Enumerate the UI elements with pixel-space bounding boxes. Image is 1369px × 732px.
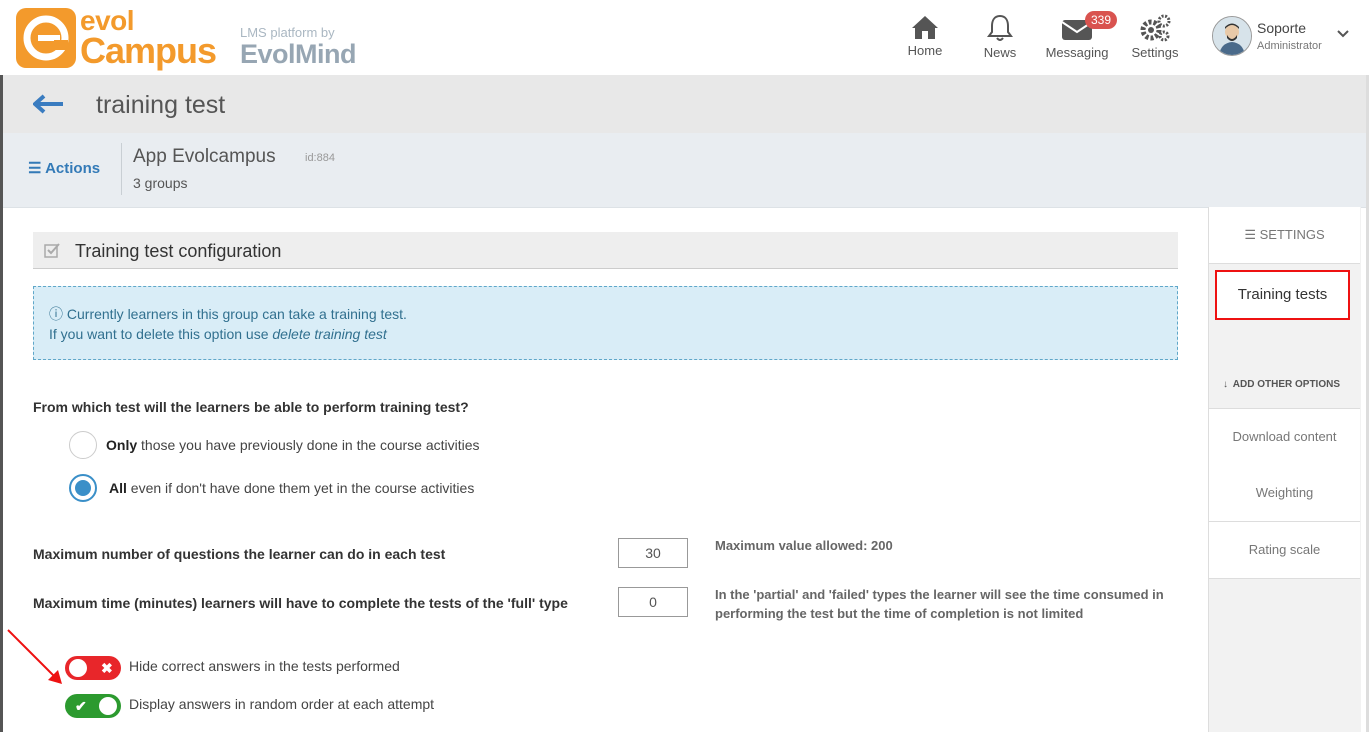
option-only-bold: Only (106, 437, 138, 453)
hide-correct-answers-label: Hide correct answers in the tests perfor… (129, 658, 400, 674)
messaging-badge: 339 (1085, 11, 1118, 29)
hide-correct-answers-toggle[interactable]: ✖ (65, 656, 121, 680)
random-order-toggle[interactable]: ✔ (65, 694, 121, 718)
random-order-label: Display answers in random order at each … (129, 696, 435, 712)
sidebar-settings-label: SETTINGS (1259, 227, 1325, 242)
info-text-1: Currently learners in this group can tak… (66, 306, 407, 322)
delete-training-test-link[interactable]: delete training test (272, 326, 386, 342)
nav-news-label: News (983, 45, 1017, 60)
max-time-hint-line-1: In the 'partial' and 'failed' types the … (715, 587, 1164, 602)
home-icon (912, 16, 938, 39)
sidebar-add-other-label: ADD OTHER OPTIONS (1232, 379, 1341, 390)
nav-messaging[interactable]: 339 Messaging (1045, 11, 1118, 60)
sidebar-download-content[interactable]: Download content (1209, 408, 1360, 466)
max-questions-label: Maximum number of questions the learner … (33, 546, 446, 562)
checkbox-checked-icon (44, 243, 60, 258)
option-all-label: All even if don't have done them yet in … (109, 480, 474, 496)
nav-settings[interactable]: Settings (1130, 14, 1180, 60)
max-questions-input[interactable] (618, 538, 688, 568)
info-text-2: If you want to delete this option use (49, 326, 273, 342)
nav-home-label: Home (907, 43, 943, 58)
evolcampus-logo[interactable]: evol Campus LMS platform by EvolMind (16, 6, 376, 70)
gears-icon (1140, 14, 1171, 42)
page-title: training test (96, 91, 226, 119)
panel-title: Training test configuration (75, 241, 282, 261)
close-icon: ✖ (101, 660, 113, 676)
app-name: App Evolcampus (133, 146, 276, 167)
logo-text-evolmind: EvolMind (240, 39, 357, 69)
option-all-bold: All (109, 480, 127, 496)
user-role: Administrator (1257, 40, 1322, 52)
sidebar-rating-scale[interactable]: Rating scale (1209, 522, 1360, 579)
info-line-2: If you want to delete this option use de… (49, 326, 387, 342)
right-sidebar: ☰ SETTINGS Training tests ↓ ADD OTHER OP… (1208, 207, 1361, 732)
max-time-input[interactable] (618, 587, 688, 617)
arrow-down-icon: ↓ (1223, 379, 1228, 390)
back-arrow-icon[interactable] (33, 93, 65, 115)
max-time-hint-line-2: performing the test but the time of comp… (715, 606, 1084, 621)
sliders-icon: ☰ (1244, 227, 1256, 242)
option-only-text: those you have previously done in the co… (137, 437, 480, 453)
nav-home[interactable]: Home (902, 14, 948, 58)
sidebar-settings[interactable]: ☰ SETTINGS (1209, 207, 1360, 264)
annotation-arrow-icon (7, 629, 62, 684)
user-menu[interactable]: Soporte Administrator (1212, 16, 1357, 60)
panel-header: Training test configuration (33, 232, 1178, 269)
avatar (1212, 16, 1252, 56)
info-alert: ⓘ Currently learners in this group can t… (33, 286, 1178, 360)
nav-news[interactable]: News (980, 14, 1020, 60)
hamburger-icon: ☰ (28, 160, 42, 177)
radio-all[interactable] (69, 474, 97, 502)
chevron-down-icon (1337, 30, 1349, 38)
user-avatar-icon (1213, 17, 1251, 55)
info-line-1: ⓘ Currently learners in this group can t… (49, 304, 407, 324)
bell-icon (987, 14, 1013, 41)
max-time-label: Maximum time (minutes) learners will hav… (33, 595, 568, 611)
context-divider (121, 143, 122, 195)
max-questions-hint: Maximum value allowed: 200 (715, 538, 893, 553)
toggle-knob (99, 697, 117, 715)
groups-count: 3 groups (133, 175, 188, 191)
source-test-question: From which test will the learners be abl… (33, 399, 469, 415)
radio-only-previous[interactable] (69, 431, 97, 459)
logo-text-campus: Campus (80, 30, 217, 71)
title-bar: training test (3, 75, 1369, 133)
user-name: Soporte (1257, 20, 1307, 36)
sidebar-add-other-options[interactable]: ↓ ADD OTHER OPTIONS (1209, 379, 1360, 390)
option-all-text: even if don't have done them yet in the … (126, 480, 475, 496)
sidebar-weighting[interactable]: Weighting (1209, 465, 1360, 522)
actions-label: Actions (45, 160, 101, 177)
sidebar-training-tests[interactable]: Training tests (1215, 270, 1350, 320)
toggle-knob (69, 659, 87, 677)
logo-mark-icon (16, 8, 76, 68)
actions-menu-button[interactable]: ☰ Actions (28, 159, 100, 177)
context-bar: ☰ Actions App Evolcampus id:884 3 groups (3, 133, 1369, 208)
top-header: evol Campus LMS platform by EvolMind Hom… (0, 0, 1369, 75)
nav-messaging-label: Messaging (1045, 45, 1109, 60)
check-icon: ✔ (75, 698, 87, 714)
info-circle-icon: ⓘ (49, 306, 63, 322)
nav-settings-label: Settings (1131, 45, 1179, 60)
app-id: id:884 (305, 152, 335, 164)
option-only-label: Only those you have previously done in t… (106, 437, 480, 453)
max-time-hint: In the 'partial' and 'failed' types the … (715, 585, 1164, 623)
